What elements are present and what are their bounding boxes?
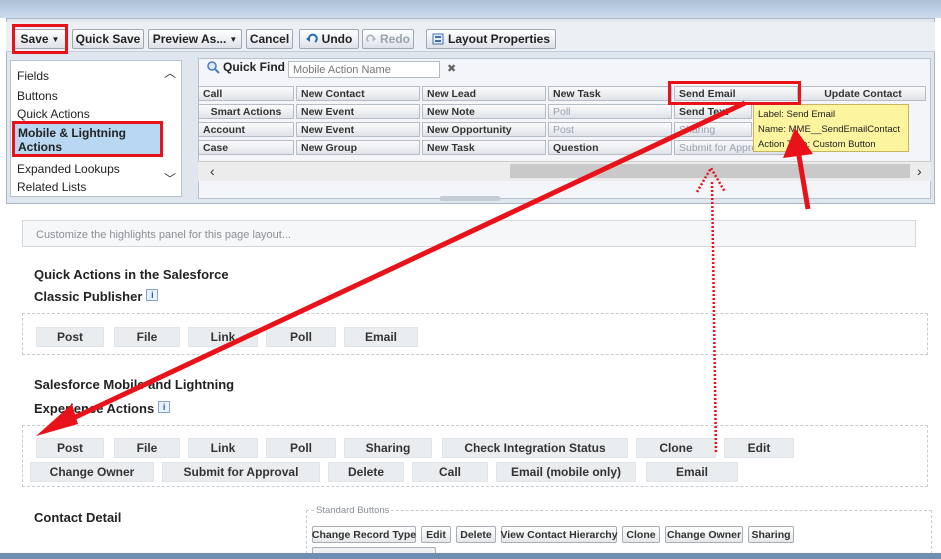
bottom-edge bbox=[0, 553, 941, 559]
dotted-arrowhead-icon bbox=[695, 165, 727, 193]
arrow-send-email-to-actions bbox=[50, 100, 747, 431]
dotted-arrow-email bbox=[710, 181, 718, 453]
annotation-arrows bbox=[36, 100, 813, 453]
arrow-to-tooltip bbox=[795, 149, 811, 210]
arrowhead-icon bbox=[783, 128, 813, 158]
arrowhead-icon bbox=[36, 404, 78, 436]
